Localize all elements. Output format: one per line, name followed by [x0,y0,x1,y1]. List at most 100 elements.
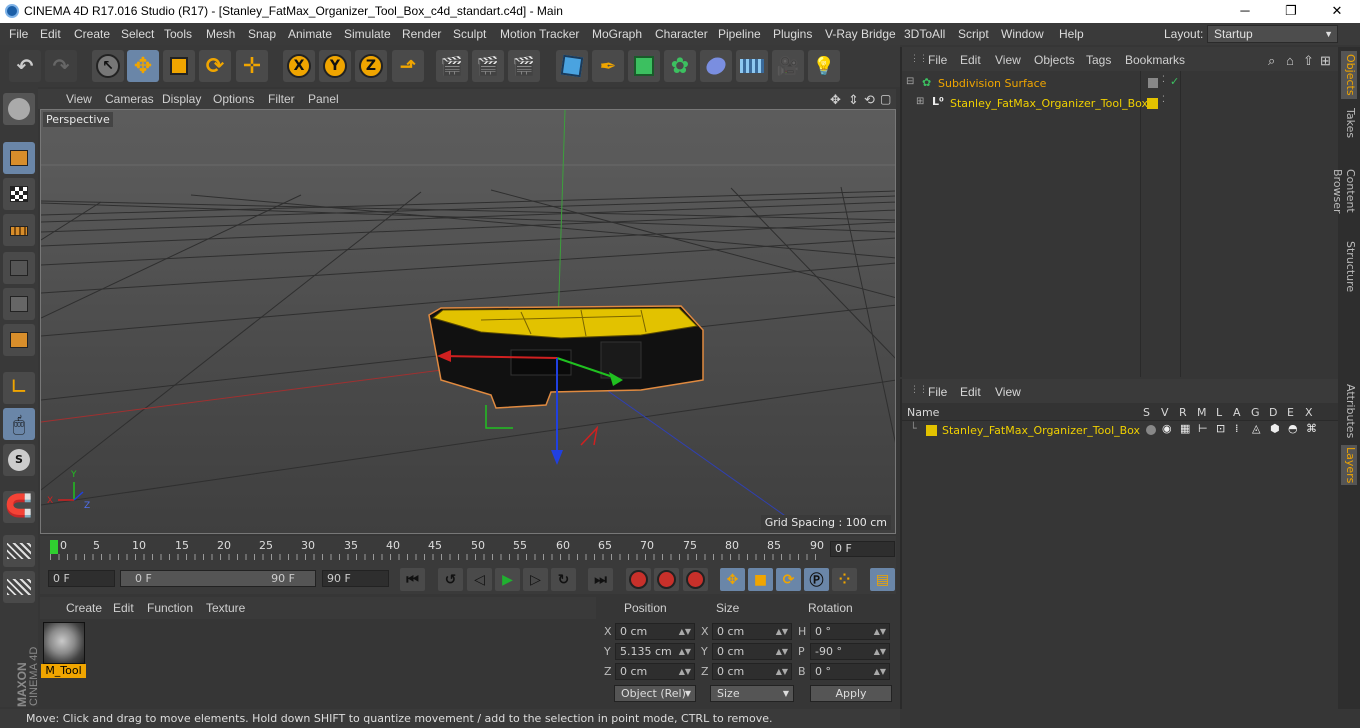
position-y-field[interactable]: 5.135 cm ▲▼ [615,643,695,660]
start-frame-field[interactable]: 0 F [48,570,115,587]
apply-button[interactable]: Apply [810,685,892,702]
add-camera-button[interactable]: 🎥 [772,50,804,82]
object-menu-edit[interactable]: Edit [960,53,981,67]
column-name[interactable]: Name [907,406,939,419]
visibility-dots-icon[interactable]: ⁚ [1162,95,1165,105]
material-menu-texture[interactable]: Texture [206,601,245,615]
key-rotation-button[interactable]: ⟳ [776,568,801,591]
redo-button[interactable]: ↷ [45,50,77,82]
expression-icon[interactable]: ◓ [1288,422,1298,435]
x-axis-lock-button[interactable]: X [283,50,315,82]
edges-mode-button[interactable] [3,288,35,320]
current-frame-field[interactable]: 0 F [830,541,895,557]
auto-key-button[interactable] [654,568,679,591]
y-axis-lock-button[interactable]: Y [319,50,351,82]
menu-animate[interactable]: Animate [288,27,332,41]
add-light-button[interactable]: 💡 [808,50,840,82]
menu-character[interactable]: Character [655,27,708,41]
timeline-ruler[interactable]: 0 5 10 15 20 25 30 35 40 45 50 55 60 65 … [40,536,896,564]
coordinate-system-button[interactable]: ⬏ [392,50,424,82]
layer-menu-edit[interactable]: Edit [960,385,981,399]
menu-vray-bridge[interactable]: V-Ray Bridge [825,27,896,41]
column-generators[interactable]: G [1251,406,1260,419]
tab-structure[interactable]: Structure [1341,239,1357,295]
tab-layers[interactable]: Layers [1341,445,1357,485]
search-icon[interactable]: ⌕ [1268,53,1275,69]
magnet-button[interactable]: 🧲 [3,491,35,523]
menu-pipeline[interactable]: Pipeline [718,27,761,41]
plane-handle-red[interactable] [580,425,599,446]
render-settings-button[interactable]: 🎬 [508,50,540,82]
points-mode-button[interactable] [3,252,35,284]
size-y-field[interactable]: 0 cm ▲▼ [712,643,792,660]
menu-create[interactable]: Create [74,27,110,41]
viewport-menu-cameras[interactable]: Cameras [105,92,154,106]
column-manager[interactable]: M [1197,406,1207,419]
timeline-button[interactable]: ▤ [870,568,895,591]
keyframe-selection-button[interactable] [683,568,708,591]
live-selection-button[interactable]: ↖ [92,50,124,82]
object-menu-view[interactable]: View [995,53,1021,67]
layer-row[interactable]: └ Stanley_FatMax_Organizer_Tool_Box ◉ ▦ … [910,422,1330,440]
material-menu-edit[interactable]: Edit [113,601,134,615]
home-icon[interactable]: ⌂ [1286,53,1294,68]
layer-swatch-icon[interactable] [1148,78,1158,88]
rotation-h-field[interactable]: 0 ° ▲▼ [810,623,890,640]
material-thumbnail[interactable] [43,622,85,664]
manager-tree-icon[interactable]: ⊢ [1198,422,1208,435]
add-floor-button[interactable] [736,50,768,82]
key-position-button[interactable]: ✥ [720,568,745,591]
column-animation[interactable]: A [1233,406,1241,419]
tweak-mode-button[interactable]: 🖱 [3,408,35,440]
viewport-menu-display[interactable]: Display [162,92,201,106]
tab-content-browser[interactable]: Content Browser [1331,147,1357,235]
next-key-button[interactable]: ↻ [551,568,576,591]
render-picture-viewer-button[interactable]: 🎬 [472,50,504,82]
layer-color-icon[interactable] [926,425,937,436]
viewport-maximize-icon[interactable]: ▢ [880,92,891,106]
tab-attributes[interactable]: Attributes [1341,383,1357,439]
viewport-menu-view[interactable]: View [66,92,92,106]
menu-help[interactable]: Help [1059,27,1084,41]
rotation-p-field[interactable]: -90 ° ▲▼ [810,643,890,660]
close-button[interactable]: ✕ [1314,0,1360,23]
column-xref[interactable]: X [1305,406,1313,419]
go-to-start-button[interactable]: ⏮ [400,568,425,591]
key-pla-button[interactable]: ⁘ [832,568,857,591]
object-menu-file[interactable]: File [928,53,947,67]
menu-sculpt[interactable]: Sculpt [453,27,486,41]
material-name-label[interactable]: M_Tool [41,664,86,678]
deformer-layer-icon[interactable]: ⬢ [1270,422,1280,435]
maximize-button[interactable]: ❐ [1268,0,1314,23]
texture-mode-button[interactable] [3,178,35,210]
grid-workplane-button[interactable] [3,535,35,567]
viewport-menu-filter[interactable]: Filter [268,92,295,106]
undo-button[interactable]: ↶ [9,50,41,82]
object-menu-objects[interactable]: Objects [1034,53,1075,67]
menu-select[interactable]: Select [121,27,154,41]
size-z-field[interactable]: 0 cm ▲▼ [712,663,792,680]
menu-tools[interactable]: Tools [164,27,192,41]
generator-icon[interactable]: ◬ [1252,422,1260,435]
viewport-menu-options[interactable]: Options [213,92,254,106]
column-view[interactable]: V [1161,406,1169,419]
rotate-tool-button[interactable]: ⟳ [199,50,231,82]
tab-takes[interactable]: Takes [1341,103,1357,143]
menu-plugins[interactable]: Plugins [773,27,812,41]
menu-edit[interactable]: Edit [40,27,61,41]
key-scale-button[interactable]: ■ [748,568,773,591]
key-parameter-button[interactable]: Ⓟ [804,568,829,591]
menu-render[interactable]: Render [402,27,441,41]
add-mograph-button[interactable]: ✿ [664,50,696,82]
object-row[interactable]: ⊞ L⁰ Stanley_FatMax_Organizer_Tool_Box ⁚ [916,95,1326,113]
layout-dropdown[interactable]: Startup ▼ [1207,25,1338,43]
position-z-field[interactable]: 0 cm ▲▼ [615,663,695,680]
record-button[interactable] [626,568,651,591]
axis-mode-button[interactable]: ∟ [3,372,35,404]
solo-dot-icon[interactable] [1146,425,1156,435]
object-menu-tags[interactable]: Tags [1086,53,1111,67]
layer-color-icon[interactable] [1147,98,1158,109]
material-menu-create[interactable]: Create [66,601,102,615]
lock-icon[interactable]: ⊡ [1216,422,1225,435]
next-frame-button[interactable]: ▷ [523,568,548,591]
